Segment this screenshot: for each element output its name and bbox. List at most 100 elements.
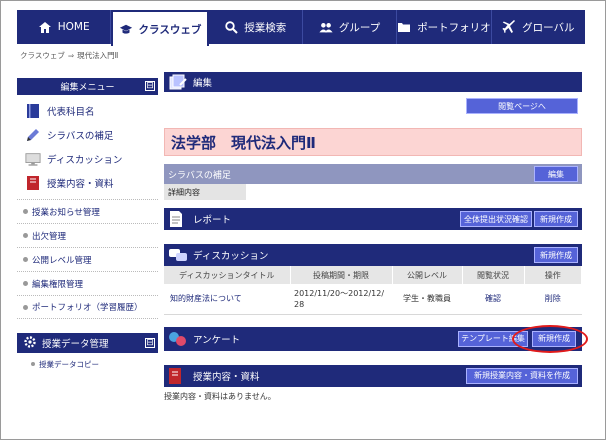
edit-pages-icon — [168, 73, 188, 91]
tab-classweb[interactable]: クラスウェブ — [111, 10, 209, 46]
edit-menu-header: 編集メニュー ⊟ — [17, 78, 158, 95]
notebook-icon — [25, 175, 41, 191]
users-icon — [319, 20, 333, 34]
graduation-cap-icon — [119, 22, 133, 36]
sidebar-item-data-copy[interactable]: 授業データコピー — [17, 353, 158, 375]
minimize-icon[interactable]: ⊟ — [145, 338, 155, 348]
sidebar-item-notices[interactable]: 授業お知らせ管理 — [17, 199, 158, 223]
chat-bubbles-icon — [168, 246, 188, 264]
sidebar-item-label: シラバスの補足 — [47, 131, 114, 142]
column-header-title: ディスカッションタイトル — [164, 266, 291, 284]
column-header-level: 公開レベル — [392, 266, 463, 284]
tab-group[interactable]: グループ — [303, 10, 398, 44]
sidebar-item-label: 公開レベル管理 — [32, 255, 92, 266]
tab-global[interactable]: グローバル — [492, 10, 585, 44]
sidebar-item-label: 代表科目名 — [47, 107, 95, 118]
sidebar-item-discussion[interactable]: ディスカッション — [17, 147, 158, 171]
discussion-title-link[interactable]: 知的財産法について — [164, 284, 290, 315]
tab-global-label: グローバル — [522, 21, 575, 34]
discussion-level: 学生・教職員 — [392, 284, 462, 315]
sidebar-item-label: 授業データコピー — [39, 359, 99, 369]
sidebar-item-attendance[interactable]: 出欠管理 — [17, 223, 158, 247]
survey-header: アンケート テンプレート編集 新規作成 — [164, 324, 588, 353]
sidebar-item-portfolio[interactable]: ポートフォリオ（学習履歴） — [17, 295, 158, 319]
data-management-header: 授業データ管理 ⊟ — [17, 333, 158, 353]
tab-home-label: HOME — [57, 21, 90, 33]
discussion-title: ディスカッション — [193, 251, 269, 262]
breadcrumb: クラスウェブ ⇒ 現代法入門Ⅱ — [20, 50, 118, 61]
edit-header: 編集 — [164, 72, 582, 92]
syllabus-edit-button[interactable]: 編集 — [534, 166, 578, 182]
syllabus-detail-row: 詳細内容 — [164, 184, 582, 200]
sidebar-item-course-name[interactable]: 代表科目名 — [17, 99, 158, 123]
detail-label: 詳細内容 — [164, 184, 246, 200]
sidebar-item-label: 授業内容・資料 — [47, 179, 114, 190]
bullet-icon — [23, 257, 28, 262]
sidebar-item-syllabus[interactable]: シラバスの補足 — [17, 123, 158, 147]
data-management-title: 授業データ管理 — [42, 339, 109, 350]
sidebar-item-edit-permissions[interactable]: 編集権限管理 — [17, 271, 158, 295]
bullet-icon — [23, 209, 28, 214]
sidebar-item-public-level[interactable]: 公開レベル管理 — [17, 247, 158, 271]
qa-icon — [168, 330, 188, 348]
survey-title: アンケート — [193, 334, 241, 346]
discussion-delete-link[interactable]: 削除 — [524, 284, 582, 315]
syllabus-title: シラバスの補足 — [168, 170, 231, 181]
folder-icon — [397, 20, 411, 34]
sidebar-item-label: ディスカッション — [47, 155, 123, 166]
pen-icon — [25, 127, 41, 143]
breadcrumb-separator: ⇒ — [67, 51, 75, 60]
notebook-icon — [168, 367, 188, 385]
sidebar-item-label: 編集権限管理 — [32, 279, 84, 290]
discussion-status-link[interactable]: 確認 — [462, 284, 524, 315]
sidebar-item-label: 授業お知らせ管理 — [32, 207, 100, 218]
bullet-icon — [23, 281, 28, 286]
table-header-row: ディスカッションタイトル 投稿期間・期限 公開レベル 閲覧状況 操作 — [164, 266, 582, 284]
edit-title: 編集 — [193, 78, 213, 89]
column-header-action: 操作 — [524, 266, 582, 284]
report-new-button[interactable]: 新規作成 — [534, 211, 578, 227]
materials-new-button[interactable]: 新規授業内容・資料を作成 — [466, 367, 578, 384]
report-header: レポート 全体提出状況確認 新規作成 — [164, 208, 582, 230]
bullet-icon — [23, 304, 28, 310]
discussion-table: ディスカッションタイトル 投稿期間・期限 公開レベル 閲覧状況 操作 知的財産法… — [164, 266, 582, 315]
report-icon — [168, 210, 188, 228]
search-icon — [224, 20, 238, 34]
top-navigation: HOME クラスウェブ 授業検索 グループ ポートフォリオ グローバル — [17, 10, 585, 46]
minimize-icon[interactable]: ⊟ — [145, 81, 155, 91]
materials-header: 授業内容・資料 新規授業内容・資料を作成 — [164, 364, 582, 387]
tab-portfolio-label: ポートフォリオ — [417, 21, 491, 34]
book-icon — [25, 103, 41, 119]
report-title: レポート — [193, 215, 232, 226]
tab-classweb-label: クラスウェブ — [138, 23, 202, 36]
sidebar-item-label: 出欠管理 — [32, 231, 67, 242]
gear-icon — [23, 335, 37, 352]
tab-portfolio[interactable]: ポートフォリオ — [397, 10, 492, 44]
plane-icon — [502, 20, 516, 34]
column-header-period: 投稿期間・期限 — [290, 266, 393, 284]
syllabus-header: シラバスの補足 編集 — [164, 164, 582, 184]
edit-menu-title: 編集メニュー — [60, 83, 115, 93]
discussion-header: ディスカッション 新規作成 — [164, 244, 582, 266]
report-status-button[interactable]: 全体提出状況確認 — [460, 211, 532, 227]
highlight-ring — [512, 324, 588, 353]
sidebar-item-label: ポートフォリオ（学習履歴） — [32, 303, 143, 313]
view-page-button[interactable]: 閲覧ページへ — [466, 98, 578, 114]
materials-title: 授業内容・資料 — [193, 371, 260, 383]
tab-home[interactable]: HOME — [17, 10, 112, 44]
breadcrumb-root[interactable]: クラスウェブ — [20, 51, 65, 60]
column-header-status: 閲覧状況 — [462, 266, 525, 284]
sidebar-item-materials[interactable]: 授業内容・資料 — [17, 171, 158, 195]
view-page-row: 閲覧ページへ — [164, 92, 582, 118]
sidebar: 編集メニュー ⊟ 代表科目名 シラバスの補足 ディスカッション 授業内容・資料 … — [17, 78, 158, 375]
discussion-period: 2012/11/20〜2012/12/28 — [290, 284, 392, 315]
tab-course-search[interactable]: 授業検索 — [209, 10, 303, 44]
main-content: 編集 閲覧ページへ 法学部 現代法入門Ⅱ シラバスの補足 編集 詳細内容 レポー… — [164, 72, 588, 402]
course-title: 法学部 現代法入門Ⅱ — [164, 128, 582, 156]
home-icon — [38, 20, 52, 34]
tab-course-search-label: 授業検索 — [244, 21, 287, 34]
bullet-icon — [23, 233, 28, 238]
tab-group-label: グループ — [338, 21, 381, 34]
discussion-new-button[interactable]: 新規作成 — [534, 247, 578, 263]
bullet-icon — [31, 362, 35, 366]
